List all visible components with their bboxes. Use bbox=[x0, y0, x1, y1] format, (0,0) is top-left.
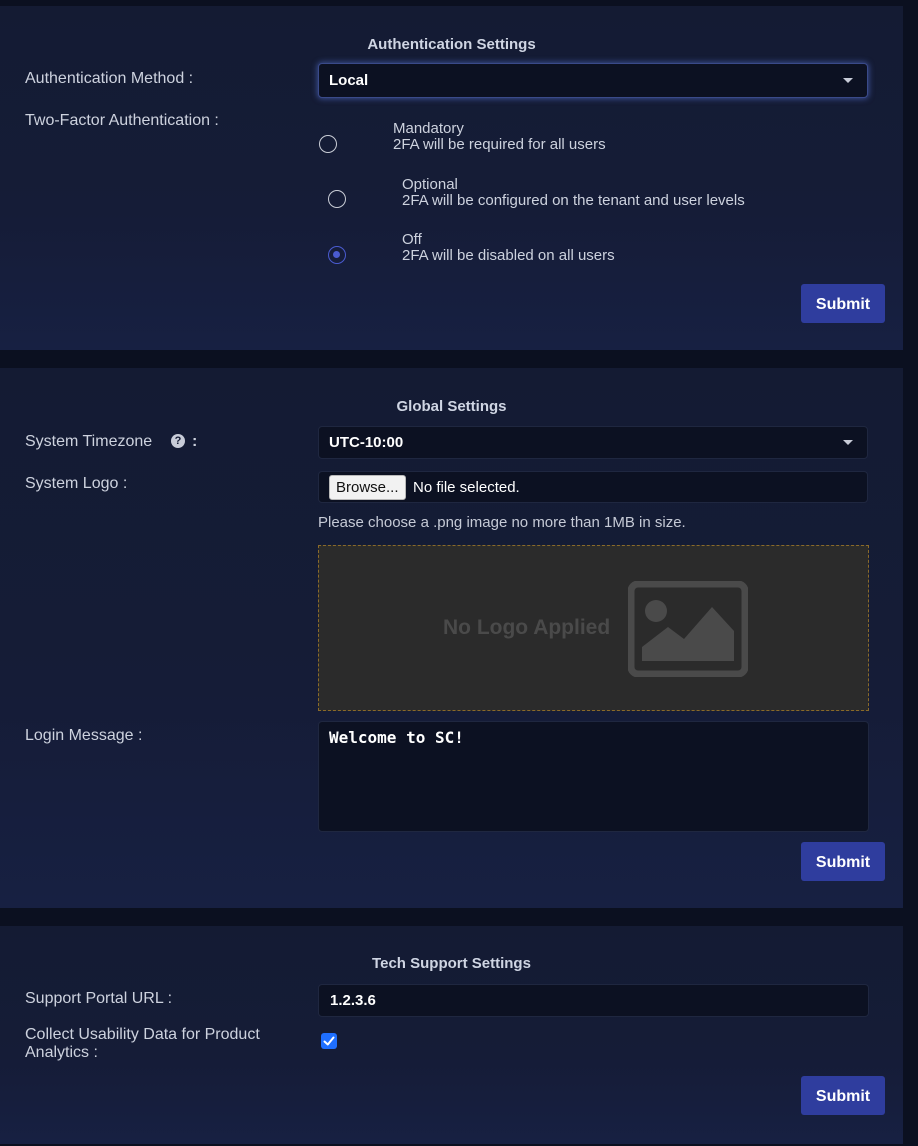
support-portal-url-input[interactable]: 1.2.3.6 bbox=[318, 984, 869, 1017]
file-status-text: No file selected. bbox=[413, 479, 520, 496]
twofa-off-description: 2FA will be disabled on all users bbox=[402, 247, 615, 264]
tech-support-settings-title: Tech Support Settings bbox=[372, 955, 531, 972]
global-settings-title: Global Settings bbox=[396, 398, 507, 415]
authentication-settings-panel: Authentication Settings Authentication M… bbox=[0, 6, 903, 350]
authentication-method-label: Authentication Method : bbox=[25, 70, 194, 87]
image-placeholder-icon bbox=[628, 581, 748, 677]
authentication-method-select[interactable]: Local bbox=[318, 63, 868, 98]
twofa-off-title: Off bbox=[402, 231, 422, 248]
system-timezone-label-text: System Timezone bbox=[25, 433, 153, 450]
twofa-optional-description: 2FA will be configured on the tenant and… bbox=[402, 192, 745, 209]
twofa-optional-radio[interactable] bbox=[328, 190, 346, 208]
twofa-off-radio[interactable] bbox=[328, 246, 346, 264]
collect-usability-data-label-line1: Collect Usability Data for Product bbox=[25, 1026, 260, 1043]
system-timezone-value: UTC-10:00 bbox=[329, 434, 404, 451]
checkmark-icon bbox=[323, 1036, 335, 1046]
global-submit-button[interactable]: Submit bbox=[801, 842, 885, 881]
twofa-optional-title: Optional bbox=[402, 176, 458, 193]
system-timezone-select[interactable]: UTC-10:00 bbox=[318, 426, 868, 459]
collect-usability-data-checkbox[interactable] bbox=[321, 1033, 337, 1049]
authentication-settings-title: Authentication Settings bbox=[367, 36, 536, 53]
browse-button[interactable]: Browse... bbox=[329, 475, 406, 500]
twofa-mandatory-radio[interactable] bbox=[319, 135, 337, 153]
no-logo-applied-text: No Logo Applied bbox=[443, 616, 611, 639]
authentication-method-value: Local bbox=[329, 72, 369, 89]
two-factor-authentication-label: Two-Factor Authentication : bbox=[25, 112, 219, 129]
global-settings-panel: Global Settings System Timezone ? : UTC-… bbox=[0, 368, 903, 908]
tech-support-settings-panel: Tech Support Settings Support Portal URL… bbox=[0, 926, 903, 1144]
system-timezone-label: System Timezone bbox=[25, 433, 152, 451]
system-logo-file-input[interactable]: Browse... No file selected. bbox=[318, 471, 868, 503]
caret-down-icon bbox=[843, 77, 853, 83]
twofa-mandatory-description: 2FA will be required for all users bbox=[393, 136, 606, 153]
login-message-label: Login Message : bbox=[25, 727, 143, 744]
caret-down-icon bbox=[843, 439, 853, 445]
auth-submit-button[interactable]: Submit bbox=[801, 284, 885, 323]
collect-usability-data-label-line2: Analytics : bbox=[25, 1044, 98, 1061]
login-message-textarea[interactable]: Welcome to SC! bbox=[318, 721, 869, 832]
support-portal-url-label: Support Portal URL : bbox=[25, 990, 173, 1007]
collect-usability-data-label: Collect Usability Data for Product Analy… bbox=[25, 1026, 260, 1062]
tech-submit-button[interactable]: Submit bbox=[801, 1076, 885, 1115]
twofa-mandatory-title: Mandatory bbox=[393, 120, 464, 137]
logo-preview-area: No Logo Applied bbox=[318, 545, 869, 711]
system-timezone-colon: : bbox=[192, 433, 198, 450]
logo-size-hint: Please choose a .png image no more than … bbox=[318, 514, 686, 531]
system-logo-label: System Logo : bbox=[25, 475, 128, 492]
question-circle-icon[interactable]: ? bbox=[171, 434, 185, 448]
